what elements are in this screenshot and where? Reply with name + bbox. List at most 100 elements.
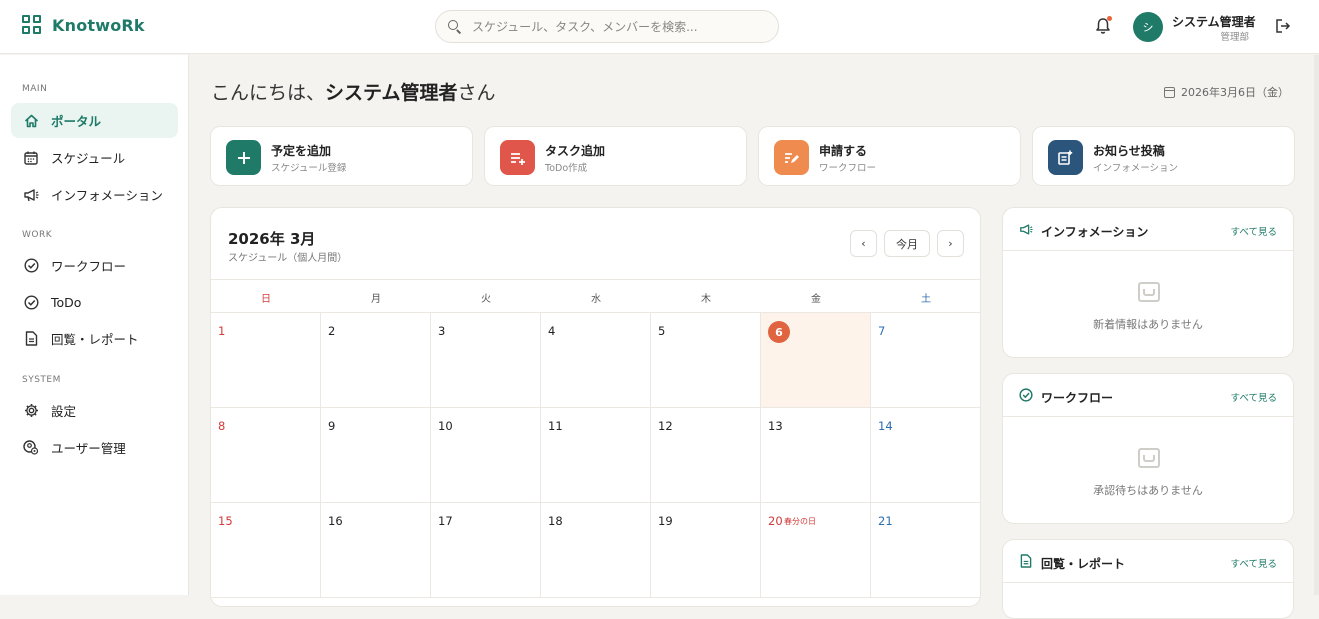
quick-action-subtitle: インフォメーション	[1093, 163, 1179, 174]
sidebar-item-portal[interactable]: ポータル	[11, 103, 178, 138]
grid-logo-icon	[22, 15, 42, 35]
quick-action-title: 申請する	[819, 144, 868, 158]
day-number: 4	[548, 324, 556, 338]
calendar-day-cell[interactable]: 21	[871, 503, 980, 598]
check-circle-icon	[23, 258, 39, 274]
today-date: 2026年3月6日（金）	[1164, 84, 1289, 100]
calendar-day-cell[interactable]: 12	[651, 408, 761, 503]
calendar-day-cell[interactable]: 11	[541, 408, 651, 503]
calendar-day-cell[interactable]: 1	[211, 313, 321, 408]
sidebar-item-label: インフォメーション	[51, 188, 163, 203]
today-date-text: 2026年3月6日（金）	[1181, 86, 1289, 99]
quick-action-subtitle: ToDo作成	[545, 163, 588, 174]
quick-action-apply[interactable]: 申請する ワークフロー	[758, 126, 1021, 186]
quick-action-title: 予定を追加	[271, 144, 332, 158]
calendar-day-cell[interactable]: 2	[321, 313, 431, 408]
gear-icon	[23, 403, 39, 419]
weekday-header: 日 月 火 水 木 金 土	[211, 279, 980, 313]
day-number: 19	[658, 514, 673, 528]
page-scrollbar[interactable]	[1314, 55, 1319, 595]
sidebar-item-circulation[interactable]: 回覧・レポート	[11, 321, 178, 356]
sidebar-item-label: 設定	[51, 404, 77, 419]
search-box[interactable]	[435, 10, 779, 43]
calendar-day-cell[interactable]: 4	[541, 313, 651, 408]
sidebar-item-label: ワークフロー	[51, 259, 127, 274]
section-label-work: WORK	[22, 230, 53, 240]
day-number: 21	[878, 514, 893, 528]
sidebar-item-user-management[interactable]: ユーザー管理	[11, 430, 178, 465]
sidebar-item-workflow[interactable]: ワークフロー	[11, 248, 178, 283]
sidebar-item-label: ユーザー管理	[51, 441, 126, 456]
calendar-day-cell[interactable]: 13	[761, 408, 871, 503]
logout-icon[interactable]	[1275, 18, 1291, 34]
search-input[interactable]	[472, 19, 762, 34]
panel-title: インフォメーション	[1041, 225, 1149, 239]
megaphone-icon	[23, 187, 39, 203]
sidebar-item-todo[interactable]: ToDo	[11, 285, 178, 320]
day-number: 18	[548, 514, 563, 528]
see-all-link[interactable]: すべて見る	[1231, 390, 1277, 404]
holiday-label: 春分の日	[784, 517, 816, 526]
see-all-link[interactable]: すべて見る	[1231, 224, 1277, 238]
calendar-day-cell[interactable]: 5	[651, 313, 761, 408]
check-circle-icon	[1019, 388, 1033, 402]
calendar-day-cell[interactable]: 15	[211, 503, 321, 598]
quick-action-add-task[interactable]: タスク追加 ToDo作成	[484, 126, 747, 186]
day-number: 8	[218, 419, 226, 433]
quick-action-post-news[interactable]: お知らせ投稿 インフォメーション	[1032, 126, 1295, 186]
weekday-label: 土	[921, 294, 931, 305]
calendar-day-cell[interactable]: 19	[651, 503, 761, 598]
calendar-day-cell-holiday[interactable]: 20 春分の日	[761, 503, 871, 598]
calendar-day-cell[interactable]: 17	[431, 503, 541, 598]
sidebar-item-settings[interactable]: 設定	[11, 393, 178, 428]
weekday-label: 火	[481, 294, 491, 305]
page-greeting: こんにちは、システム管理者さん	[211, 78, 495, 105]
calendar-subtitle: スケジュール（個人月間）	[228, 253, 348, 264]
quick-action-subtitle: スケジュール登録	[271, 163, 347, 174]
prev-month-button[interactable]: ‹	[850, 230, 877, 257]
day-number: 11	[548, 419, 563, 433]
this-month-button[interactable]: 今月	[884, 230, 930, 257]
document-icon	[1019, 554, 1033, 568]
app-header: KnotwoRk シ システム管理者 管理部	[0, 0, 1319, 54]
section-label-system: SYSTEM	[22, 375, 61, 385]
day-number: 5	[658, 324, 666, 338]
list-add-icon	[500, 140, 535, 175]
logo[interactable]: KnotwoRk	[22, 15, 145, 35]
greeting-prefix: こんにちは、	[211, 82, 326, 104]
sidebar-item-label: 回覧・レポート	[51, 332, 139, 347]
calendar-day-cell[interactable]: 8	[211, 408, 321, 503]
day-number: 3	[438, 324, 446, 338]
calendar-day-cell[interactable]: 9	[321, 408, 431, 503]
sidebar-item-label: ポータル	[51, 114, 102, 129]
calendar-day-cell-today[interactable]: 6	[761, 313, 871, 408]
panel-header: インフォメーション すべて見る	[1003, 208, 1293, 251]
calendar-card: 2026年 3月 スケジュール（個人月間） ‹ 今月 › 日 月 火 水 木 金…	[210, 207, 981, 607]
information-panel: インフォメーション すべて見る 新着情報はありません	[1002, 207, 1294, 358]
calendar-day-cell[interactable]: 16	[321, 503, 431, 598]
notification-bell-icon[interactable]	[1095, 16, 1112, 35]
calendar-day-cell[interactable]: 18	[541, 503, 651, 598]
edit-note-icon	[774, 140, 809, 175]
quick-action-add-schedule[interactable]: 予定を追加 スケジュール登録	[210, 126, 473, 186]
avatar[interactable]: シ	[1133, 12, 1163, 42]
next-month-button[interactable]: ›	[937, 230, 964, 257]
sidebar-item-schedule[interactable]: スケジュール	[11, 140, 178, 175]
weekday-label: 木	[701, 294, 711, 305]
weekday-label: 水	[591, 294, 601, 305]
panel-header: 回覧・レポート すべて見る	[1003, 540, 1293, 583]
calendar-day-cell[interactable]: 14	[871, 408, 980, 503]
day-number: 15	[218, 514, 233, 528]
panel-header: ワークフロー すべて見る	[1003, 374, 1293, 417]
panel-title: 回覧・レポート	[1041, 557, 1126, 571]
plus-icon	[226, 140, 261, 175]
post-add-icon	[1048, 140, 1083, 175]
notification-dot	[1107, 16, 1112, 21]
calendar-icon	[1164, 86, 1175, 98]
calendar-day-cell[interactable]: 3	[431, 313, 541, 408]
see-all-link[interactable]: すべて見る	[1231, 556, 1277, 570]
sidebar-item-information[interactable]: インフォメーション	[11, 177, 178, 212]
home-icon	[23, 113, 39, 129]
calendar-day-cell[interactable]: 7	[871, 313, 980, 408]
calendar-day-cell[interactable]: 10	[431, 408, 541, 503]
